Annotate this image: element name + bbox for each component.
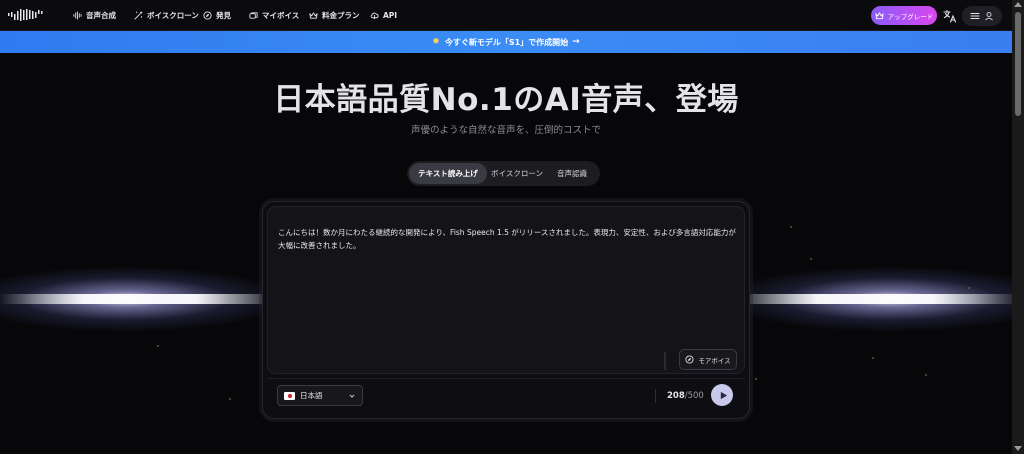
- crown-icon: [309, 12, 318, 19]
- waveform-icon: [73, 11, 82, 20]
- translate-icon[interactable]: [943, 9, 957, 23]
- light-core-right: [730, 294, 1020, 304]
- divider: [664, 352, 666, 370]
- compass-icon: [685, 355, 694, 364]
- japan-flag-icon: [284, 391, 295, 400]
- divider: [267, 378, 745, 379]
- particle: [790, 226, 792, 228]
- nav-label: API: [383, 11, 398, 20]
- nav-voice-clone[interactable]: ボイスクローン: [134, 0, 199, 31]
- more-voices-label: モアボイス: [698, 356, 731, 365]
- chevron-down-icon: [349, 394, 355, 398]
- magic-wand-icon: [134, 11, 143, 20]
- particle: [755, 378, 757, 380]
- logo-icon[interactable]: [8, 9, 44, 21]
- text-line: こんにちは！数か月にわたる継続的な開発により、Fish Speech 1.5 が…: [278, 228, 736, 237]
- language-label: 日本語: [300, 391, 323, 400]
- promo-banner[interactable]: ✹ 今すぐ新モデル「S1」で作成開始 →: [0, 31, 1012, 53]
- nav-label: 料金プラン: [322, 11, 360, 20]
- particle: [810, 258, 812, 260]
- nav-my-voices[interactable]: マイボイス: [249, 0, 299, 31]
- layers-icon: [249, 12, 258, 19]
- hero-subtitle: 声優のような自然な音声を、圧倒的コストで: [410, 125, 601, 136]
- nav-api[interactable]: API: [370, 0, 397, 31]
- tab-text-to-speech[interactable]: テキスト読み上げ: [409, 163, 487, 184]
- page: 音声合成 ボイスクローン 発見 マイボイス 料金プラン API アップグレード: [0, 0, 1024, 454]
- particle: [229, 398, 231, 400]
- char-count-value: 208: [667, 391, 685, 401]
- play-button[interactable]: [711, 384, 733, 406]
- particle: [157, 345, 159, 347]
- particle: [872, 357, 874, 359]
- cloud-icon: [370, 12, 379, 20]
- nav-label: 発見: [216, 11, 231, 20]
- particle: [925, 374, 927, 376]
- hero-title: 日本語品質No.1のAI音声、登場: [273, 82, 739, 118]
- hamburger-menu-icon: [970, 12, 980, 20]
- nav-label: マイボイス: [262, 11, 300, 20]
- light-core-left: [0, 294, 280, 304]
- sparkle-icon: ✹: [432, 37, 440, 47]
- divider: [655, 389, 656, 403]
- tab-speech-recognition[interactable]: 音声認識: [547, 163, 597, 184]
- text-line: 大幅に改善されました。: [278, 241, 361, 250]
- text-input[interactable]: こんにちは！数か月にわたる継続的な開発により、Fish Speech 1.5 が…: [278, 226, 740, 252]
- character-count: 208/500: [667, 391, 704, 401]
- scroll-thumb[interactable]: [1015, 12, 1021, 116]
- nav-pricing[interactable]: 料金プラン: [309, 0, 360, 31]
- nav-label: ボイスクローン: [147, 11, 199, 20]
- mode-tabs: テキスト読み上げ ボイスクローン 音声認識: [407, 161, 600, 186]
- nav-discover[interactable]: 発見: [203, 0, 231, 31]
- more-voices-button[interactable]: モアボイス: [679, 349, 737, 370]
- text-input-area[interactable]: こんにちは！数か月にわたる継続的な開発により、Fish Speech 1.5 が…: [267, 206, 745, 374]
- char-count-max: /500: [684, 391, 704, 401]
- arrow-right-icon: →: [572, 37, 580, 47]
- page-scrollbar[interactable]: [1012, 0, 1024, 454]
- tab-voice-clone[interactable]: ボイスクローン: [487, 163, 547, 184]
- tts-editor-card: こんにちは！数か月にわたる継続的な開発により、Fish Speech 1.5 が…: [262, 201, 750, 419]
- scroll-up-icon[interactable]: [1014, 2, 1022, 7]
- upgrade-label: アップグレード: [887, 12, 934, 21]
- nav-label: 音声合成: [86, 11, 116, 20]
- scroll-down-icon[interactable]: [1014, 446, 1022, 451]
- particle: [968, 287, 970, 289]
- user-avatar-icon: [985, 12, 993, 21]
- language-select[interactable]: 日本語: [277, 385, 363, 406]
- upgrade-button[interactable]: アップグレード: [871, 6, 937, 25]
- nav-text-to-speech[interactable]: 音声合成: [73, 0, 116, 31]
- play-icon: [720, 391, 727, 399]
- crown-icon: [875, 11, 884, 19]
- compass-icon: [203, 11, 212, 20]
- top-navigation: 音声合成 ボイスクローン 発見 マイボイス 料金プラン API アップグレード: [0, 0, 1012, 31]
- user-menu-button[interactable]: [962, 6, 1002, 26]
- banner-text: 今すぐ新モデル「S1」で作成開始: [444, 37, 569, 47]
